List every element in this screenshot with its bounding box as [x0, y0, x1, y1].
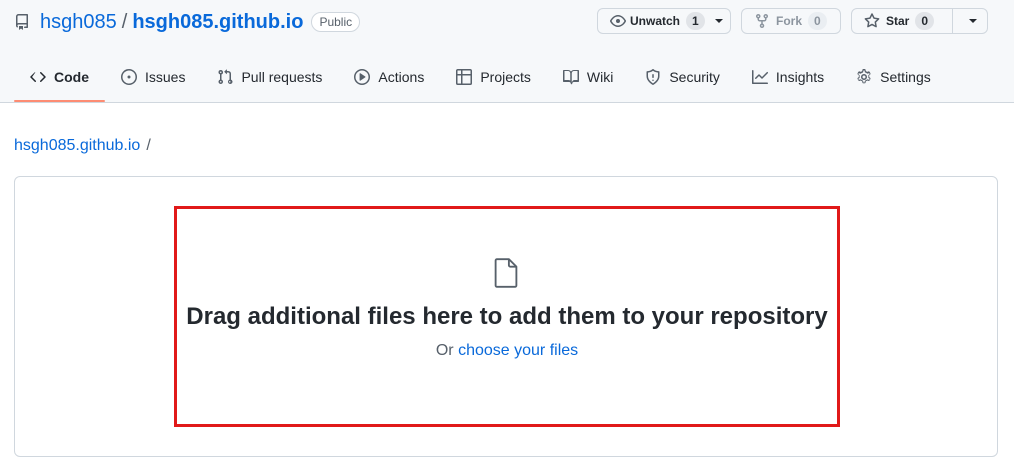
fork-button[interactable]: Fork 0 [741, 8, 841, 34]
tab-code[interactable]: Code [14, 58, 105, 102]
stars-count: 0 [915, 12, 935, 30]
graph-icon [751, 69, 768, 85]
tab-security[interactable]: Security [629, 58, 736, 96]
tab-projects[interactable]: Projects [440, 58, 547, 96]
tab-label: Security [669, 69, 720, 85]
star-button[interactable]: Star 0 [851, 8, 988, 34]
repo-owner-link[interactable]: hsgh085 [40, 11, 117, 34]
repo-title: hsgh085 / hsgh085.github.io Public [14, 10, 361, 34]
unwatch-label: Unwatch [630, 14, 681, 28]
repo-path-separator: / [121, 10, 128, 33]
tab-settings[interactable]: Settings [840, 58, 947, 96]
tab-issues[interactable]: Issues [105, 58, 201, 96]
tab-label: Wiki [586, 69, 614, 85]
tab-actions[interactable]: Actions [338, 58, 440, 96]
repo-nav-tabs: Code Issues Pull requests Actions Projec… [14, 58, 947, 102]
unwatch-button[interactable]: Unwatch 1 [597, 8, 731, 34]
git-pull-request-icon [217, 69, 233, 85]
forks-count: 0 [808, 12, 827, 30]
table-icon [456, 69, 473, 85]
repo-header: hsgh085 / hsgh085.github.io Public Unwat… [0, 0, 1014, 103]
tab-pull-requests[interactable]: Pull requests [201, 58, 338, 96]
tab-label: Issues [145, 69, 186, 85]
chevron-down-icon[interactable] [969, 19, 977, 23]
tab-wiki[interactable]: Wiki [547, 58, 629, 96]
gear-icon [856, 69, 872, 85]
play-icon [354, 69, 371, 85]
visibility-badge: Public [311, 12, 361, 32]
book-icon [562, 69, 579, 85]
tab-label: Pull requests [241, 69, 323, 85]
file-icon [492, 258, 520, 288]
repo-icon [14, 14, 30, 30]
breadcrumb-separator: / [146, 137, 151, 154]
shield-icon [645, 69, 661, 85]
repo-forked-icon [754, 13, 770, 29]
drop-zone-title: Drag additional files here to add them t… [186, 303, 828, 330]
choose-files-link[interactable]: choose your files [458, 342, 578, 359]
tab-label: Settings [880, 69, 931, 85]
repo-name-link[interactable]: hsgh085.github.io [132, 11, 303, 34]
choose-files-line: Or choose your files [0, 342, 1014, 360]
tab-label: Actions [378, 69, 425, 85]
tab-insights[interactable]: Insights [736, 58, 840, 96]
choose-files-prefix: Or [435, 342, 454, 359]
tab-label: Insights [775, 69, 825, 85]
breadcrumb: hsgh085.github.io / [14, 137, 151, 155]
star-label: Star [886, 14, 910, 28]
tab-label: Code [54, 69, 89, 85]
star-icon [864, 13, 880, 29]
tab-label: Projects [480, 69, 531, 85]
chevron-down-icon [714, 19, 723, 23]
eye-icon [610, 13, 626, 29]
watchers-count: 1 [686, 12, 705, 30]
issue-opened-icon [121, 69, 137, 85]
breadcrumb-repo-link[interactable]: hsgh085.github.io [14, 137, 140, 154]
code-icon [30, 69, 46, 85]
fork-label: Fork [776, 14, 803, 28]
star-button-divider [952, 9, 953, 33]
